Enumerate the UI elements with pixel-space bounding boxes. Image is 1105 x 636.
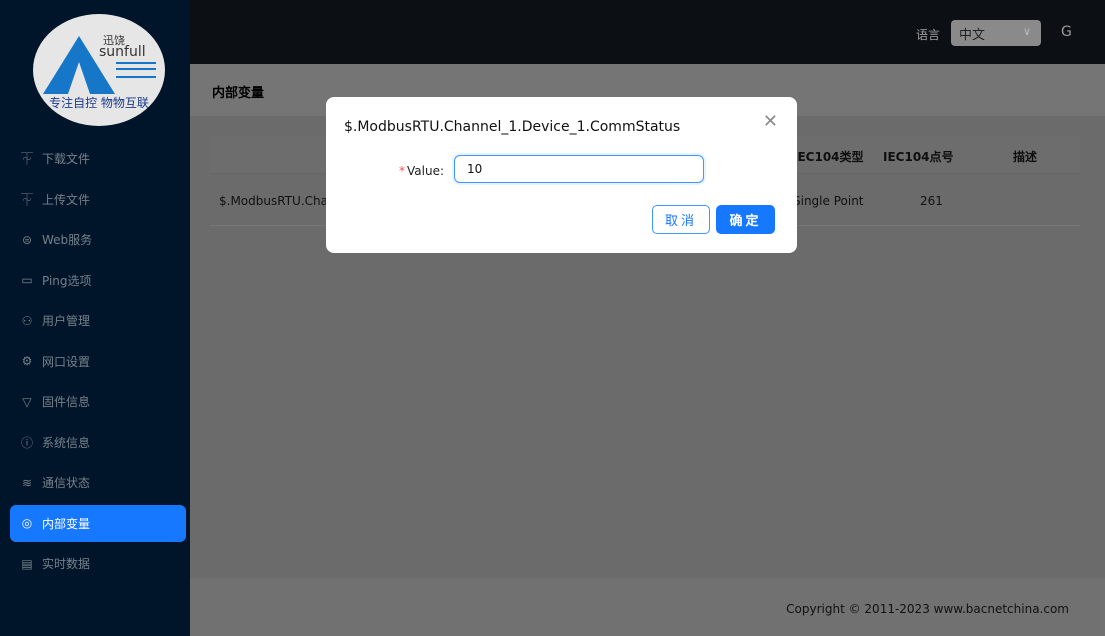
language-label: 语言 (916, 28, 941, 42)
close-icon[interactable]: ✕ (763, 111, 778, 132)
ok-button[interactable]: 确定 (716, 205, 775, 234)
sidebar-item-upload-file[interactable]: ⏇ 上传文件 (10, 181, 186, 218)
sidebar-menu: ⏇ 下载文件 ⏇ 上传文件 ⊜ Web服务 ▭ Ping选项 ⚇ 用户管理 ⚙ … (0, 140, 190, 586)
column-header-iec104-type: IEC104类型 (793, 150, 864, 164)
eye-icon: ◎ (21, 516, 33, 530)
upload-icon: ⏇ (20, 192, 33, 207)
users-icon: ⚇ (21, 313, 33, 328)
sidebar-item-label: 实时数据 (42, 557, 91, 571)
cancel-button[interactable]: 取消 (652, 205, 710, 234)
language-value: 中文 (959, 27, 986, 43)
sidebar-item-label: 通信状态 (42, 476, 91, 490)
filter-icon: ▽ (22, 394, 32, 409)
sidebar-item-label: 固件信息 (42, 395, 91, 409)
required-mark: * (399, 164, 405, 178)
sidebar-item-firmware-info[interactable]: ▽ 固件信息 (10, 383, 186, 420)
logo-brand-en: sunfull (99, 44, 146, 60)
sidebar: 迅饶 sunfull 专注自控 物物互联 ⏇ 下载文件 ⏇ 上传文件 ⊜ Web… (0, 0, 190, 636)
copyright-text: Copyright © 2011-2023 www.bacnetchina.co… (786, 602, 1069, 616)
footer: Copyright © 2011-2023 www.bacnetchina.co… (190, 578, 1105, 636)
info-icon: ⓘ (20, 435, 33, 450)
value-input[interactable] (454, 155, 704, 183)
list-icon: ▤ (21, 556, 33, 571)
sidebar-item-user-management[interactable]: ⚇ 用户管理 (10, 302, 186, 339)
modal-title: $.ModbusRTU.Channel_1.Device_1.CommStatu… (344, 119, 681, 135)
value-field-label: * Value: (399, 164, 444, 178)
sidebar-item-network-settings[interactable]: ⚙ 网口设置 (10, 343, 186, 380)
sidebar-item-label: Web服务 (42, 233, 93, 247)
page-title: 内部变量 (212, 86, 265, 101)
sidebar-item-ping-options[interactable]: ▭ Ping选项 (10, 262, 186, 299)
language-select[interactable]: 中文 ∨ (951, 20, 1041, 46)
column-header-description: 描述 (1013, 150, 1038, 164)
cell-variable-name: $.ModbusRTU.Char (219, 194, 333, 208)
edit-value-modal: $.ModbusRTU.Channel_1.Device_1.CommStatu… (326, 97, 797, 253)
sidebar-item-realtime-data[interactable]: ▤ 实时数据 (10, 545, 186, 582)
company-logo: 迅饶 sunfull 专注自控 物物互联 (33, 14, 165, 126)
sidebar-item-internal-variables[interactable]: ◎ 内部变量 (10, 504, 186, 542)
column-header-iec104-point: IEC104点号 (883, 150, 954, 164)
cell-iec104-type: Single Point (793, 194, 864, 208)
sidebar-item-label: 系统信息 (42, 435, 91, 450)
sidebar-item-download-file[interactable]: ⏇ 下载文件 (10, 140, 186, 177)
sidebar-item-web-service[interactable]: ⊜ Web服务 (10, 221, 186, 258)
chevron-down-icon: ∨ (1022, 25, 1031, 38)
wifi-icon: ≋ (21, 475, 33, 490)
gear-icon: ⚙ (21, 354, 33, 368)
sidebar-item-label: 内部变量 (42, 516, 91, 531)
sidebar-item-comm-status[interactable]: ≋ 通信状态 (10, 464, 186, 501)
logo-lines (116, 62, 156, 78)
logo-slogan: 专注自控 物物互联 (49, 96, 149, 110)
sidebar-item-label: 用户管理 (42, 314, 91, 328)
sidebar-item-label: 下载文件 (42, 152, 91, 166)
sidebar-item-label: 网口设置 (42, 354, 91, 369)
refresh-icon[interactable]: G (1061, 24, 1072, 40)
cell-iec104-point: 261 (920, 194, 943, 208)
download-icon: ⏇ (20, 152, 33, 166)
laptop-icon: ▭ (21, 273, 33, 287)
sidebar-item-system-info[interactable]: ⓘ 系统信息 (10, 424, 186, 461)
sidebar-item-label: 上传文件 (42, 192, 91, 207)
web-icon: ⊜ (21, 232, 33, 247)
sidebar-item-label: Ping选项 (42, 273, 92, 288)
